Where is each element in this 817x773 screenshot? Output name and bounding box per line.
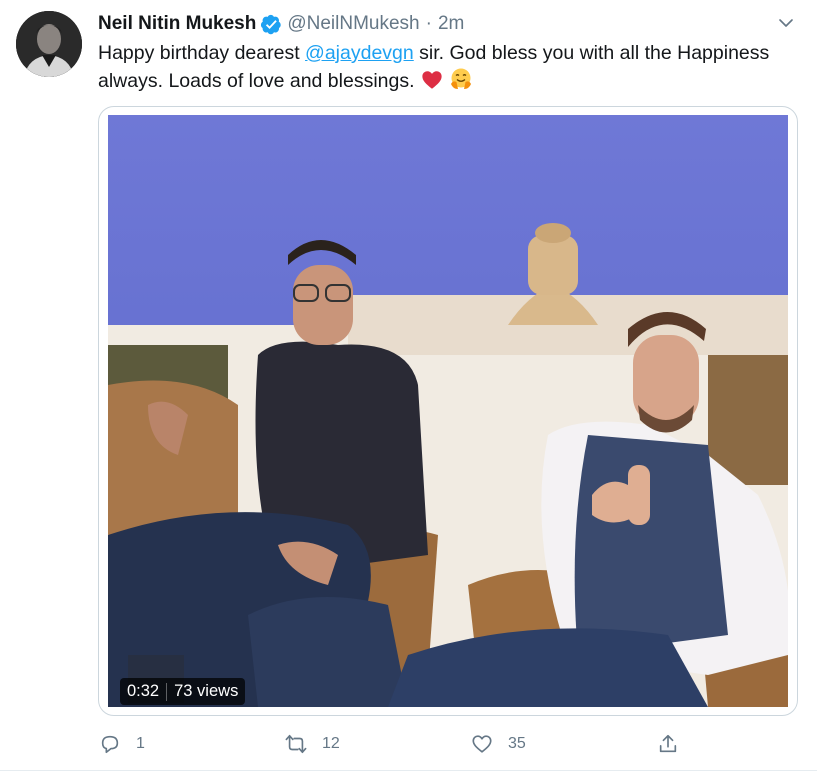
hugging-face-emoji-icon [449,67,473,99]
tweet-text: Happy birthday dearest @ajaydevgn sir. G… [98,40,788,99]
like-count: 35 [508,735,526,752]
video-info-badge: 0:32 73 views [120,678,246,705]
divider [0,770,817,771]
verified-badge-icon [261,14,282,35]
mention-link[interactable]: @ajaydevgn [305,42,414,64]
heart-emoji-icon [421,69,443,99]
share-button[interactable] [656,730,680,758]
media-container[interactable]: 0:32 73 views [98,106,798,716]
reply-count: 1 [136,735,145,752]
reply-button[interactable]: 1 [98,730,145,758]
separator-dot: · [425,13,432,34]
retweet-icon [284,732,308,756]
retweet-count: 12 [322,735,340,752]
video-player[interactable]: 0:32 73 views [108,115,788,707]
tweet[interactable]: Neil Nitin Mukesh @NeilNMukesh · 2m Happ… [0,0,817,773]
retweet-button[interactable]: 12 [284,730,340,758]
share-icon [656,732,680,756]
avatar[interactable] [16,11,82,77]
badge-divider [166,682,168,701]
video-duration: 0:32 [127,682,160,700]
heart-icon [470,732,494,756]
author-handle[interactable]: @NeilNMukesh [287,13,419,35]
chevron-down-icon[interactable] [773,10,799,36]
video-views: 73 views [174,682,239,700]
tweet-header: Neil Nitin Mukesh @NeilNMukesh · 2m [98,12,464,36]
tweet-text-start: Happy birthday dearest [98,42,306,64]
tweet-actions: 1 12 35 [98,730,788,758]
author-name[interactable]: Neil Nitin Mukesh [98,13,256,35]
like-button[interactable]: 35 [470,730,526,758]
timestamp[interactable]: 2m [438,13,464,35]
video-thumbnail [108,115,788,707]
reply-icon [98,732,122,756]
